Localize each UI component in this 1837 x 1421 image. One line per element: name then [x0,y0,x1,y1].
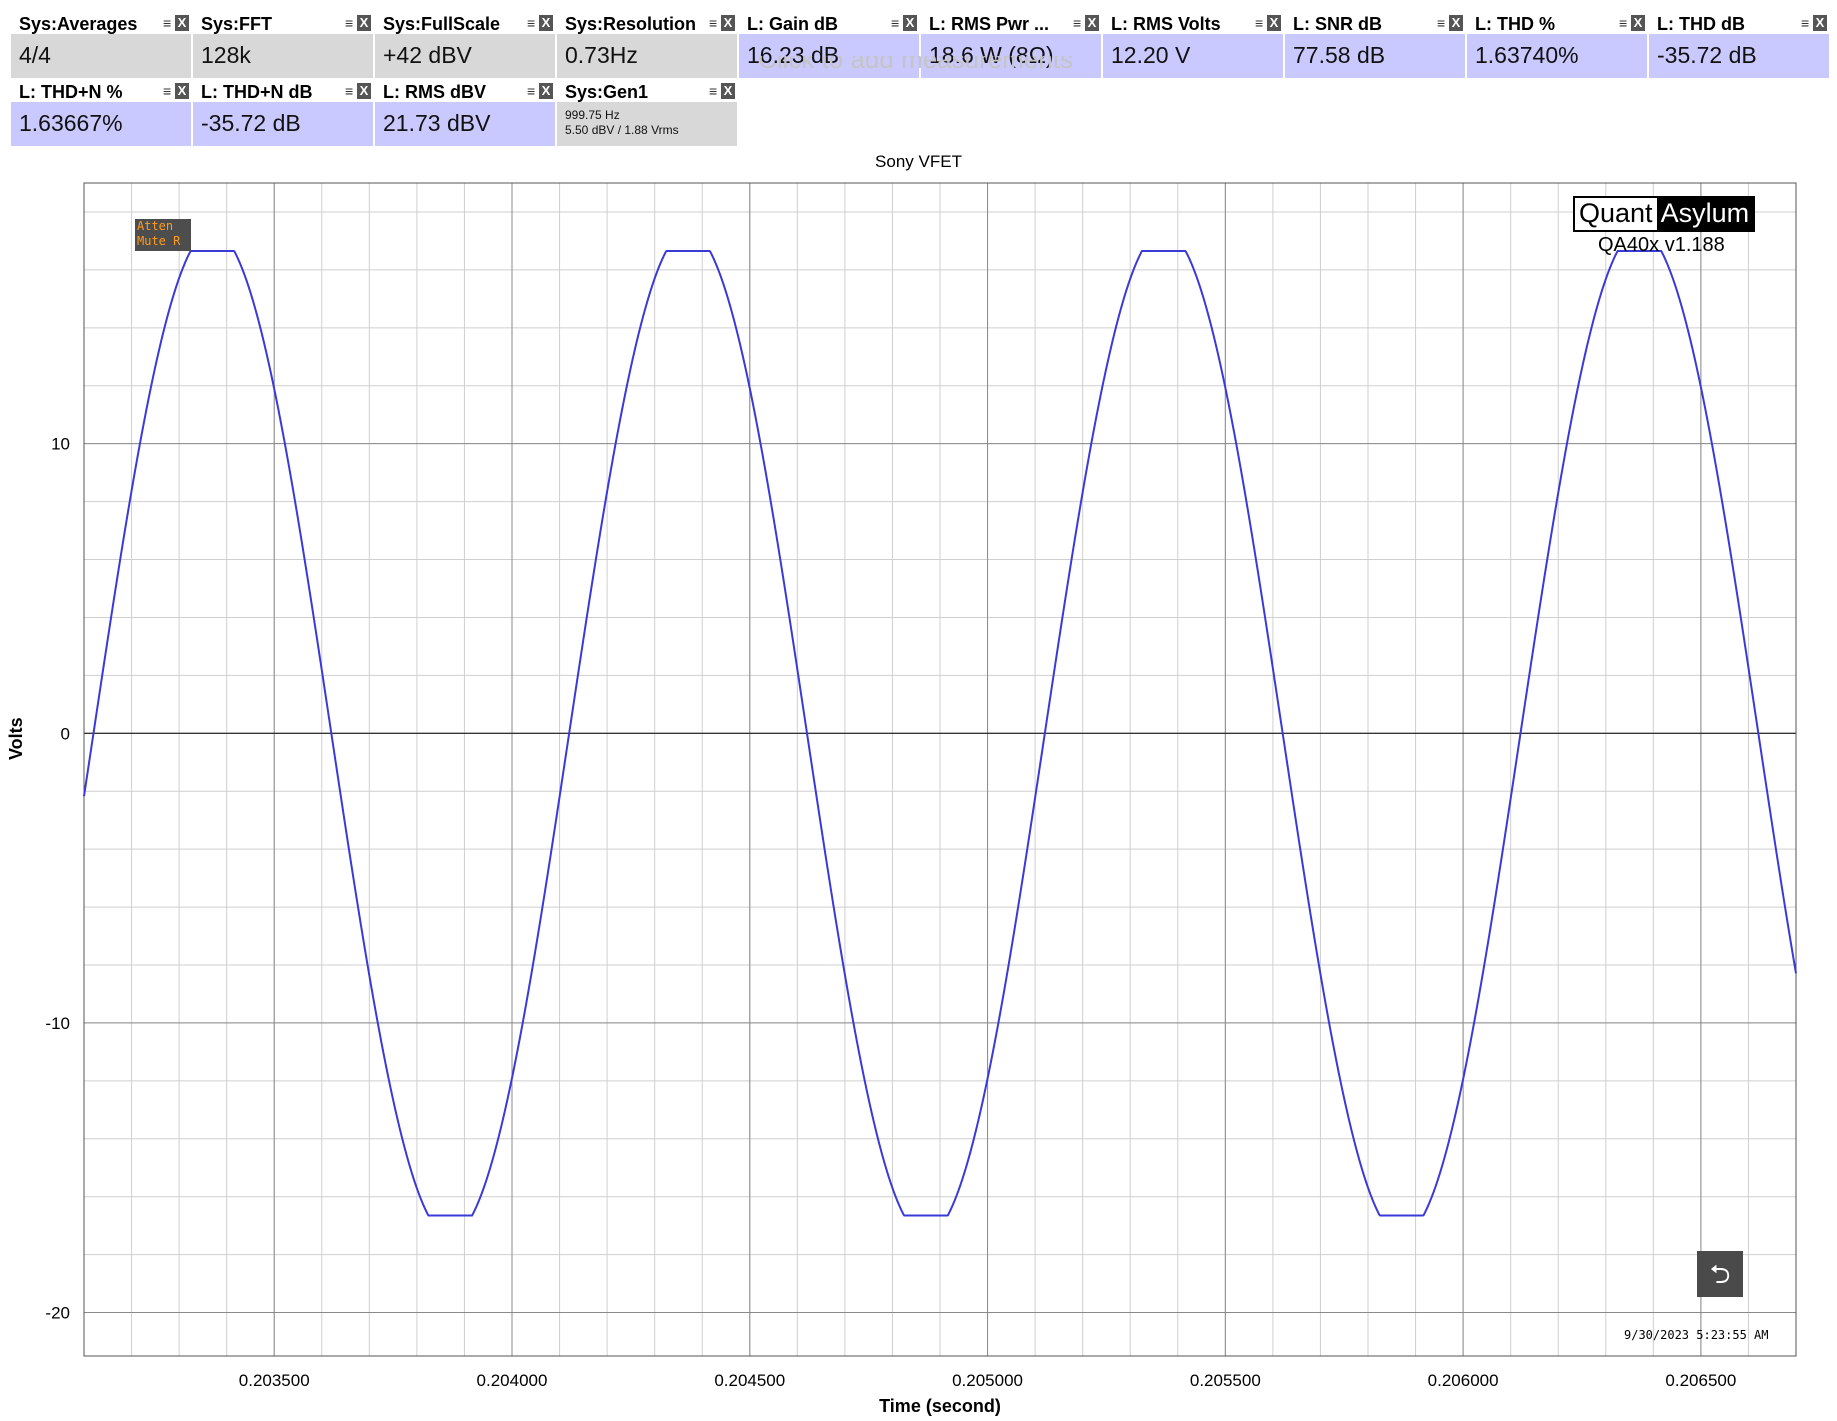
y-tick-label: -10 [45,1014,70,1033]
atten-indicator: Atten [137,219,174,233]
x-tick-label: 0.204500 [714,1371,785,1390]
x-tick-label: 0.205000 [952,1371,1023,1390]
y-tick-label: -20 [45,1304,70,1323]
version-label: QA40x v1.188 [1598,234,1725,256]
y-tick-label: 10 [51,435,70,454]
logo-part-quant: Quant [1575,198,1657,230]
x-tick-label: 0.205500 [1190,1371,1261,1390]
quantasylum-logo: Quant Asylum [1573,196,1756,232]
undo-button[interactable]: ⮌ [1697,1251,1743,1297]
y-tick-label: 0 [61,724,70,743]
x-axis-label: Time (second) [879,1396,1001,1416]
chart-title: Sony VFET [875,152,962,171]
atten-mute-badge: Atten Mute R [135,219,191,251]
logo-part-asylum: Asylum [1656,198,1754,230]
x-tick-label: 0.203500 [239,1371,310,1390]
x-tick-label: 0.206500 [1665,1371,1736,1390]
grid-minor [83,183,1797,1356]
y-axis-label: Volts [6,717,26,760]
x-tick-label: 0.204000 [477,1371,548,1390]
waveform-plot: 0.203500 0.204000 0.204500 0.205000 0.205500… [45,182,1797,1390]
undo-arrow-icon: ⮌ [1709,1259,1731,1289]
mute-indicator: Mute R [137,234,181,248]
x-tick-label: 0.206000 [1428,1371,1499,1390]
timestamp: 9/30/2023 5:23:55 AM [1624,1328,1769,1342]
